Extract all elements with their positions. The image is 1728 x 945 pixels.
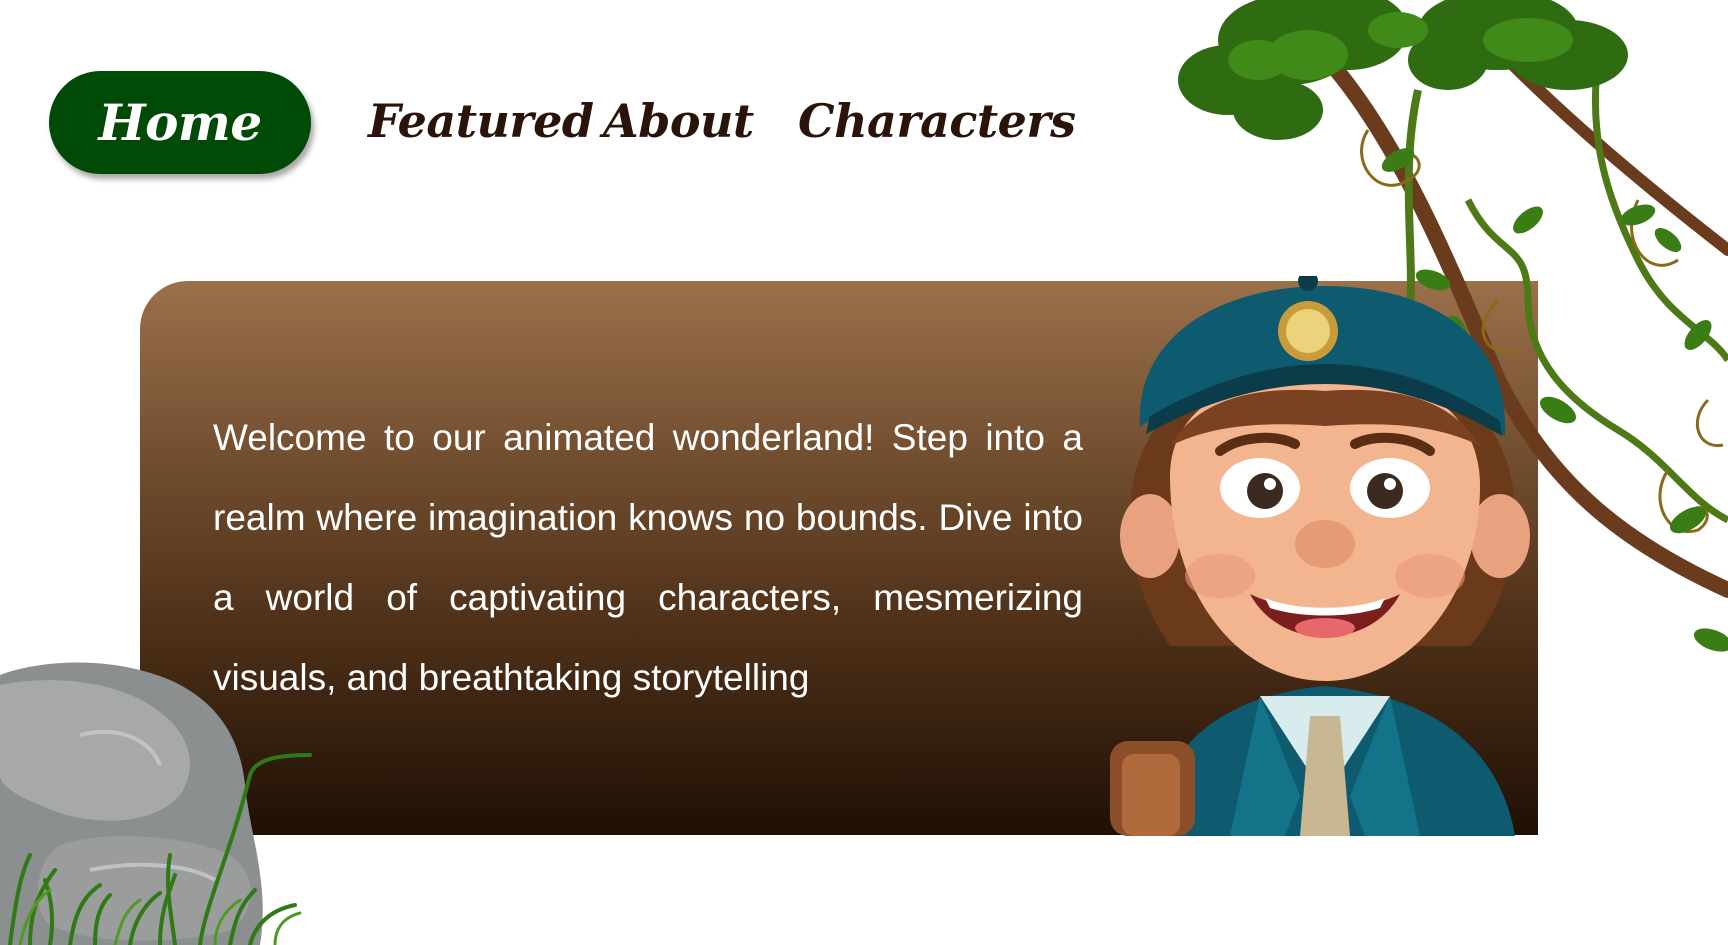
- hero-text: Welcome to our animated wonderland! Step…: [213, 417, 1083, 698]
- nav-characters[interactable]: Characters: [798, 94, 1076, 148]
- cartoon-boy-in-cap-illustration: [1110, 276, 1530, 836]
- nav-home[interactable]: Home: [49, 71, 311, 174]
- nav-about[interactable]: About: [603, 94, 754, 148]
- rock-with-grass-illustration: [0, 662, 312, 945]
- nav-featured[interactable]: Featured: [368, 94, 594, 148]
